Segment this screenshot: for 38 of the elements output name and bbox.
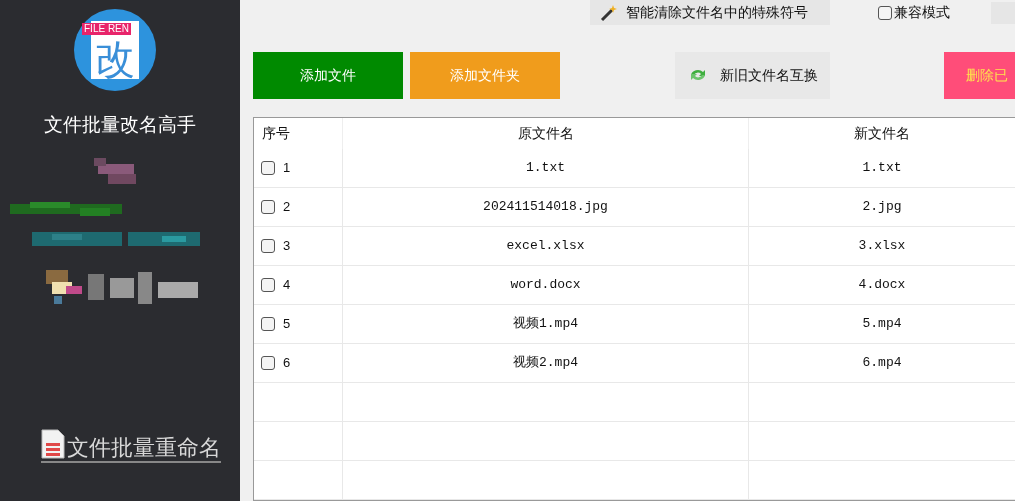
logo-badge: FILE REN xyxy=(82,23,131,35)
row-number: 6 xyxy=(283,354,291,373)
add-file-button[interactable]: 添加文件 xyxy=(253,51,403,99)
table-cell-text: 6.mp4 xyxy=(862,354,902,373)
row-number: 4 xyxy=(283,276,291,295)
table-cell-text: 2.jpg xyxy=(862,198,902,217)
checkbox[interactable] xyxy=(261,317,275,331)
app-title: 文件批量改名高手 xyxy=(44,113,196,137)
table-cell-text: 3.xlsx xyxy=(858,237,906,256)
table-cell-text: 视频2.mp4 xyxy=(513,354,578,373)
compat-mode-checkbox[interactable]: 兼容模式 xyxy=(878,2,950,23)
swap-names-button[interactable]: 新旧文件名互换 xyxy=(675,51,830,99)
table-cell-text: excel.xlsx xyxy=(506,237,585,256)
row-number: 1 xyxy=(283,159,291,178)
table-cell-text: 1.txt xyxy=(526,159,565,178)
clean-symbols-button[interactable]: 智能清除文件名中的特殊符号 xyxy=(590,0,830,25)
magic-wand-icon xyxy=(600,3,618,22)
checkbox[interactable] xyxy=(261,239,275,253)
checkbox[interactable] xyxy=(261,356,275,370)
table-cell-text: 4.docx xyxy=(858,276,906,295)
checkbox[interactable] xyxy=(261,161,275,175)
checkbox[interactable] xyxy=(878,5,892,20)
row-number: 3 xyxy=(283,237,291,256)
document-icon xyxy=(41,429,65,459)
logo-character: 改 xyxy=(95,39,135,79)
checkbox[interactable] xyxy=(261,278,275,292)
column-header: 新文件名 xyxy=(853,124,911,143)
table-cell-text: word.docx xyxy=(510,276,581,295)
row-number: 2 xyxy=(283,198,291,217)
table-cell-text: 1.txt xyxy=(862,159,902,178)
sidebar-link[interactable]: 文件批量重命名 xyxy=(41,429,221,463)
row-number: 5 xyxy=(283,315,291,334)
column-header: 原文件名 xyxy=(343,118,749,149)
column-header: 序号 xyxy=(254,118,343,149)
table-cell-text: 5.mp4 xyxy=(862,315,902,334)
table-cell-text: 视频1.mp4 xyxy=(513,315,578,334)
checkbox[interactable] xyxy=(261,200,275,214)
table-cell-text: 202411514018.jpg xyxy=(483,198,608,217)
